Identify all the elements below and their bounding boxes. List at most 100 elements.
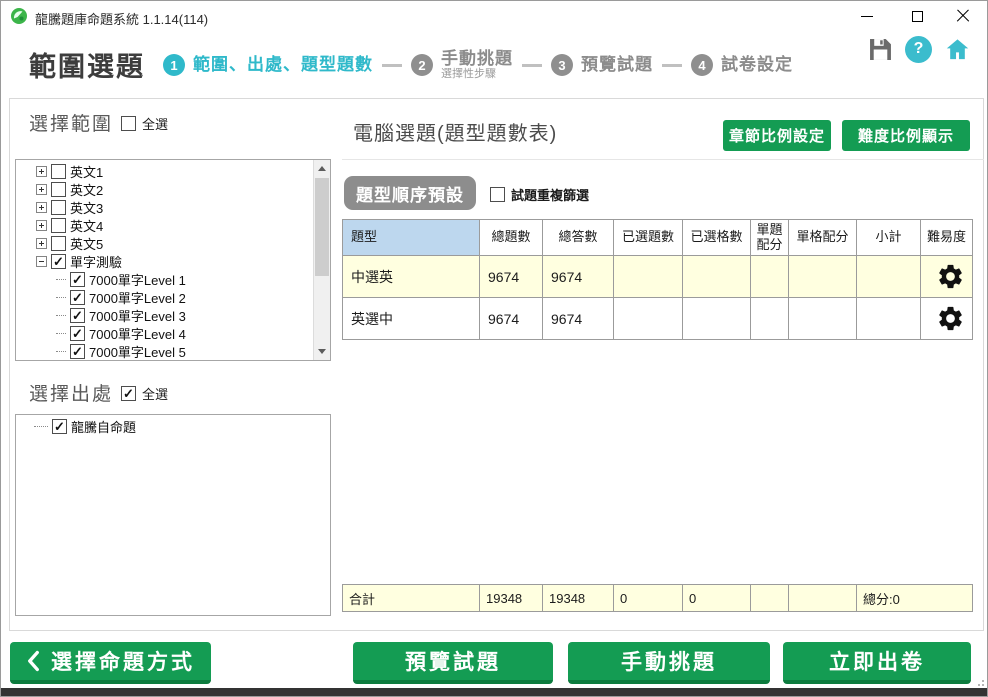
help-icon[interactable]: ? <box>905 36 932 63</box>
range-tree: 英文1 英文2 英文3 英文4 英文5 單字測驗 7000單字Level 1 7… <box>16 162 313 360</box>
source-select-all[interactable]: 全選 <box>121 384 168 403</box>
cell-points-per-cell[interactable] <box>789 298 857 340</box>
expand-icon[interactable] <box>36 220 47 231</box>
tree-item[interactable]: 7000單字Level 5 <box>16 342 313 360</box>
expand-icon[interactable] <box>36 184 47 195</box>
tree-item-label: 7000單字Level 4 <box>89 324 186 343</box>
difficulty-gear-button[interactable] <box>929 298 972 339</box>
scroll-down-arrow[interactable] <box>314 343 330 360</box>
step-3-preview[interactable]: 3 預覽試題 <box>551 54 653 76</box>
minimize-button[interactable] <box>845 1 889 31</box>
checkbox[interactable] <box>51 218 66 233</box>
close-button[interactable] <box>941 1 985 31</box>
scrollbar[interactable] <box>313 160 330 360</box>
cell-difficulty <box>921 256 973 298</box>
dedupe-checkbox[interactable] <box>490 187 505 202</box>
step-4-settings[interactable]: 4 試卷設定 <box>691 54 793 76</box>
scroll-up-arrow[interactable] <box>314 160 330 177</box>
checkbox[interactable] <box>51 200 66 215</box>
source-select-all-checkbox[interactable] <box>121 386 136 401</box>
range-select-all-label: 全選 <box>142 114 168 133</box>
difficulty-gear-button[interactable] <box>929 256 972 297</box>
tree-item[interactable]: 龍騰自命題 <box>16 417 313 435</box>
tree-item-label: 英文4 <box>70 216 103 235</box>
checkbox[interactable] <box>51 182 66 197</box>
home-icon[interactable] <box>943 35 971 63</box>
checkbox[interactable] <box>70 326 85 341</box>
difficulty-ratio-button[interactable]: 難度比例顯示 <box>842 120 970 151</box>
scrollbar-thumb[interactable] <box>315 178 329 276</box>
header-action-icons: ? <box>866 35 971 63</box>
tree-item-label: 單字測驗 <box>70 252 122 271</box>
chapter-ratio-button[interactable]: 章節比例設定 <box>723 120 831 151</box>
question-order-button[interactable]: 題型順序預設 <box>344 176 476 210</box>
checkbox[interactable] <box>70 308 85 323</box>
title-bar: 龍騰題庫命題系統 1.1.14(114) <box>1 1 987 31</box>
step-2-manual[interactable]: 2 手動挑題 選擇性步驟 <box>411 49 513 81</box>
checkbox[interactable] <box>51 236 66 251</box>
save-icon[interactable] <box>866 35 894 63</box>
step-4-label: 試卷設定 <box>721 55 793 75</box>
tree-item-label: 英文3 <box>70 198 103 217</box>
tree-connector <box>56 297 66 298</box>
col-header-selected-cells: 已選格數 <box>683 220 751 256</box>
expand-icon[interactable] <box>36 202 47 213</box>
checkbox[interactable] <box>51 164 66 179</box>
tree-item-label: 英文2 <box>70 180 103 199</box>
checkbox[interactable] <box>70 272 85 287</box>
step-1-range[interactable]: 1 範圍、出處、題型題數 <box>163 54 373 76</box>
preview-questions-button[interactable]: 預覽試題 <box>353 642 553 684</box>
dedupe-filter[interactable]: 試題重複篩選 <box>490 185 589 204</box>
cell-selected-cells[interactable] <box>683 256 751 298</box>
collapse-icon[interactable] <box>36 256 47 267</box>
question-type-table: 題型 總題數 總答數 已選題數 已選格數 單題配分 單格配分 小計 難易度 中選… <box>342 219 973 340</box>
cell-total-answers: 9674 <box>543 256 614 298</box>
step-3-circle: 3 <box>551 54 573 76</box>
tree-item[interactable]: 7000單字Level 2 <box>16 288 313 306</box>
back-to-method-button[interactable]: 選擇命題方式 <box>10 642 211 684</box>
manual-button-label: 手動挑題 <box>621 646 717 676</box>
manual-pick-button[interactable]: 手動挑題 <box>568 642 770 684</box>
chevron-left-icon <box>26 649 41 673</box>
tree-item[interactable]: 英文4 <box>16 216 313 234</box>
checkbox[interactable] <box>52 419 67 434</box>
tree-item[interactable]: 英文3 <box>16 198 313 216</box>
cell-selected-cells[interactable] <box>683 298 751 340</box>
range-select-all[interactable]: 全選 <box>121 114 168 133</box>
tree-item[interactable]: 7000單字Level 4 <box>16 324 313 342</box>
cell-selected-questions[interactable] <box>614 256 683 298</box>
cell-type: 中選英 <box>343 256 480 298</box>
tree-item[interactable]: 英文2 <box>16 180 313 198</box>
page-title: 範圍選題 <box>29 45 145 84</box>
range-select-all-checkbox[interactable] <box>121 116 136 131</box>
tree-item[interactable]: 英文5 <box>16 234 313 252</box>
source-section-title: 選擇出處 <box>29 379 113 406</box>
cell-points-per-question[interactable] <box>751 298 789 340</box>
cell-difficulty <box>921 298 973 340</box>
checkbox[interactable] <box>70 290 85 305</box>
checkbox[interactable] <box>51 254 66 269</box>
source-select-all-label: 全選 <box>142 384 168 403</box>
cell-points-per-question[interactable] <box>751 256 789 298</box>
step-dash <box>662 64 682 67</box>
cell-points-per-cell[interactable] <box>789 256 857 298</box>
tree-connector <box>56 279 66 280</box>
expand-icon[interactable] <box>36 238 47 249</box>
step-3-label: 預覽試題 <box>581 55 653 75</box>
tree-item-label: 7000單字Level 5 <box>89 342 186 361</box>
tree-item[interactable]: 7000單字Level 1 <box>16 270 313 288</box>
total-selected-questions-value: 0 <box>614 585 683 612</box>
tree-item-label: 7000單字Level 3 <box>89 306 186 325</box>
app-window: 龍騰題庫命題系統 1.1.14(114) 範圍選題 1 範圍、出處、題型題數 2… <box>0 0 988 697</box>
resize-grip[interactable] <box>974 676 984 686</box>
checkbox[interactable] <box>70 344 85 359</box>
tree-item[interactable]: 單字測驗 <box>16 252 313 270</box>
cell-selected-questions[interactable] <box>614 298 683 340</box>
maximize-button[interactable] <box>895 1 939 31</box>
table-row: 英選中 9674 9674 <box>343 298 973 340</box>
expand-icon[interactable] <box>36 166 47 177</box>
tree-item[interactable]: 英文1 <box>16 162 313 180</box>
tree-item-label: 龍騰自命題 <box>71 417 136 436</box>
tree-item[interactable]: 7000單字Level 3 <box>16 306 313 324</box>
generate-exam-button[interactable]: 立即出卷 <box>783 642 971 684</box>
